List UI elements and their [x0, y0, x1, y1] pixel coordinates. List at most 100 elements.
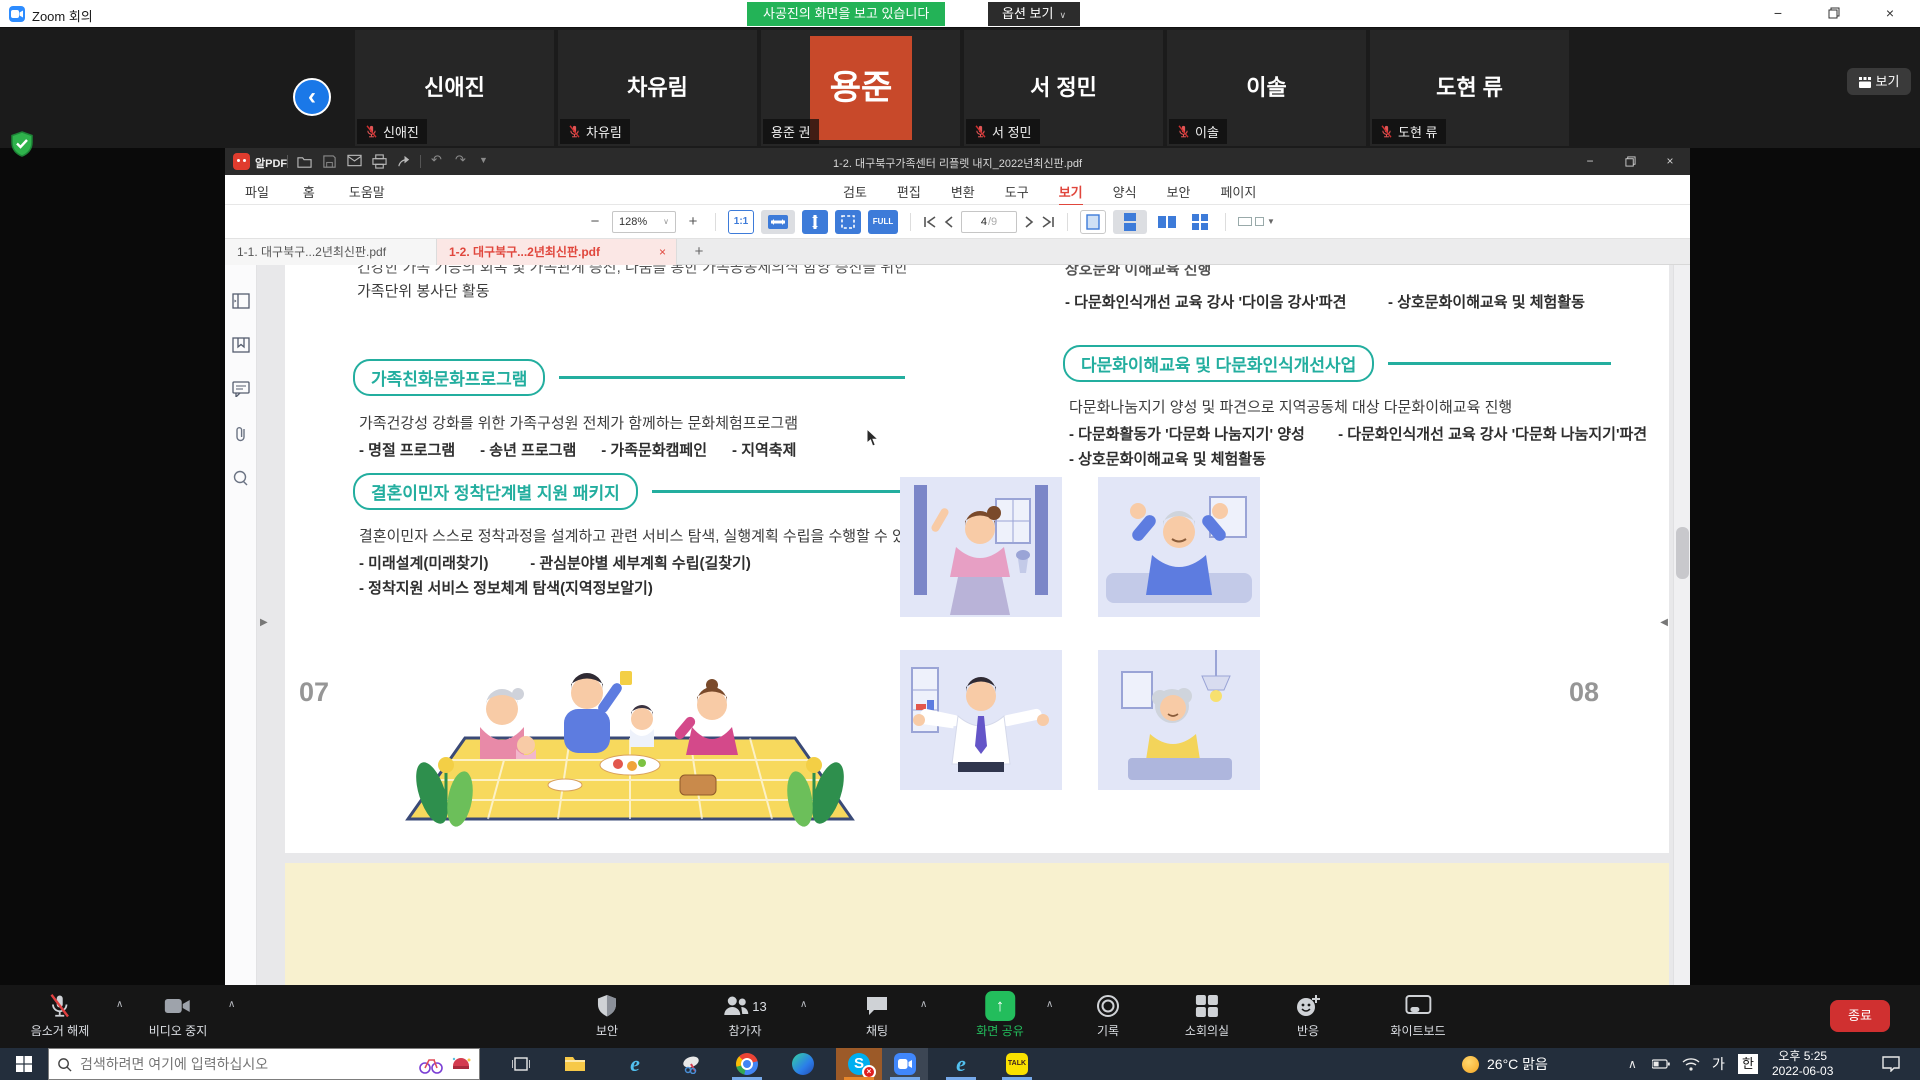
participants-button[interactable]: 13 참가자: [723, 992, 766, 1039]
next-page-button[interactable]: [1024, 216, 1034, 228]
share-screen-button[interactable]: ↑ 화면 공유: [976, 992, 1024, 1039]
zoom-level-select[interactable]: 128%∨: [612, 211, 676, 233]
full-screen-button[interactable]: FULL: [868, 210, 898, 234]
start-button[interactable]: [0, 1048, 48, 1080]
document-tab-2-active[interactable]: 1-2. 대구북구...2년최신판.pdf ×: [437, 239, 677, 265]
share-options-caret[interactable]: ∧: [1046, 999, 1053, 1010]
end-meeting-button[interactable]: 종료: [1830, 1000, 1890, 1032]
chat-options-caret[interactable]: ∧: [920, 999, 927, 1010]
menu-security[interactable]: 보안: [1167, 182, 1191, 207]
continuous-view-button[interactable]: [1113, 210, 1147, 234]
participants-options-caret[interactable]: ∧: [800, 999, 807, 1010]
menu-file[interactable]: 파일: [245, 182, 269, 201]
menu-view-active[interactable]: 보기: [1059, 182, 1083, 207]
participant-tile[interactable]: 용준 용준 권: [761, 30, 960, 146]
taskbar-clock[interactable]: 오후 5:252022-06-03: [1772, 1048, 1833, 1080]
last-page-button[interactable]: [1041, 216, 1055, 228]
minimize-button[interactable]: −: [1756, 0, 1800, 27]
pdf-minimize-button[interactable]: −: [1570, 148, 1610, 175]
single-page-view-button[interactable]: [1080, 210, 1106, 234]
first-page-button[interactable]: [923, 216, 937, 228]
tray-expand-caret[interactable]: ∧: [1628, 1048, 1637, 1080]
weather-widget[interactable]: 26°C 맑음: [1462, 1048, 1548, 1080]
panel-collapse-arrow[interactable]: ◀: [1660, 617, 1668, 628]
chrome-icon[interactable]: [724, 1048, 770, 1080]
skype-icon[interactable]: S×: [836, 1048, 882, 1080]
fit-page-button[interactable]: [835, 210, 861, 234]
pdf-close-button[interactable]: ×: [1650, 148, 1690, 175]
pdf-restore-button[interactable]: [1610, 148, 1650, 175]
actual-size-button[interactable]: 1:1: [728, 210, 754, 234]
remote-app-icon[interactable]: [668, 1048, 714, 1080]
collapse-strip-button[interactable]: ‹: [293, 78, 331, 116]
ime-a-indicator[interactable]: 가: [1712, 1048, 1725, 1080]
thumbnail-panel-icon[interactable]: [232, 293, 250, 314]
kakaotalk-icon[interactable]: TALK: [994, 1048, 1040, 1080]
record-button[interactable]: 기록: [1096, 992, 1120, 1039]
mute-options-caret[interactable]: ∧: [116, 999, 123, 1010]
four-page-view-button[interactable]: [1187, 210, 1213, 234]
file-explorer-icon[interactable]: [552, 1048, 598, 1080]
taskbar-search-box[interactable]: [48, 1048, 480, 1080]
whiteboard-button[interactable]: 화이트보드: [1390, 992, 1445, 1039]
menu-convert[interactable]: 변환: [951, 182, 975, 207]
ime-korean-indicator[interactable]: 한: [1738, 1048, 1758, 1080]
prev-page-button[interactable]: [944, 216, 954, 228]
attachment-panel-icon[interactable]: [232, 425, 250, 448]
zoom-in-button[interactable]: +: [683, 213, 703, 230]
internet-explorer-2-icon[interactable]: e: [938, 1048, 984, 1080]
edge-icon[interactable]: [780, 1048, 826, 1080]
close-button[interactable]: ×: [1868, 0, 1912, 27]
task-view-button[interactable]: [498, 1048, 544, 1080]
unmute-button[interactable]: 음소거 해제: [31, 992, 90, 1039]
action-center-icon[interactable]: [1882, 1048, 1900, 1080]
section-rule: [559, 376, 905, 379]
comment-panel-icon[interactable]: [232, 381, 250, 402]
fit-height-button[interactable]: [802, 210, 828, 234]
page-number-input[interactable]: 4/9: [961, 211, 1017, 233]
tab-close-icon[interactable]: ×: [659, 239, 666, 265]
reactions-button[interactable]: 반응: [1295, 992, 1321, 1039]
new-tab-button[interactable]: +: [687, 239, 711, 265]
pdf-content-area[interactable]: 건강한 가족 기능의 회복 및 가족관계 증진, 나눔을 통한 가족공동체의식 …: [257, 265, 1690, 985]
internet-explorer-icon[interactable]: e: [612, 1048, 658, 1080]
wifi-icon[interactable]: [1682, 1048, 1700, 1080]
participant-tile[interactable]: 차유림 차유림: [558, 30, 757, 146]
participant-label: 도현 류: [1372, 119, 1446, 144]
panel-expand-arrow[interactable]: ▶: [260, 617, 268, 628]
scrollbar-thumb[interactable]: [1676, 527, 1689, 579]
video-options-caret[interactable]: ∧: [228, 999, 235, 1010]
menu-pages[interactable]: 페이지: [1220, 182, 1256, 207]
gallery-view-button[interactable]: 보기: [1847, 68, 1911, 95]
participant-tile[interactable]: 서 정민 서 정민: [964, 30, 1163, 146]
zoom-taskbar-icon[interactable]: [882, 1048, 928, 1080]
document-tab-1[interactable]: 1-1. 대구북구...2년최신판.pdf: [225, 239, 437, 265]
page-layout-dropdown[interactable]: ▼: [1238, 210, 1282, 234]
breakout-rooms-button[interactable]: 소회의실: [1185, 992, 1229, 1039]
chat-icon: [865, 995, 889, 1017]
view-options-button[interactable]: 옵션 보기∨: [988, 2, 1080, 26]
search-input[interactable]: [80, 1056, 411, 1072]
menu-review[interactable]: 검토: [843, 182, 867, 207]
menu-forms[interactable]: 양식: [1113, 182, 1137, 207]
chat-button[interactable]: 채팅: [865, 992, 889, 1039]
participant-tile[interactable]: 이솔 이솔: [1167, 30, 1366, 146]
fit-width-button[interactable]: [761, 210, 795, 234]
battery-icon[interactable]: [1652, 1048, 1670, 1080]
stop-video-button[interactable]: 비디오 중지: [149, 992, 208, 1039]
two-page-view-button[interactable]: [1154, 210, 1180, 234]
zoom-out-button[interactable]: −: [585, 213, 605, 230]
search-panel-icon[interactable]: [232, 469, 250, 492]
security-button[interactable]: 보안: [596, 992, 618, 1039]
vertical-scrollbar[interactable]: [1673, 265, 1690, 985]
restore-button[interactable]: [1812, 0, 1856, 27]
menu-help[interactable]: 도움말: [349, 182, 385, 201]
bookmark-panel-icon[interactable]: [232, 337, 250, 358]
menu-home[interactable]: 홈: [303, 182, 315, 201]
participant-tile[interactable]: 신애진 신애진: [355, 30, 554, 146]
menu-edit[interactable]: 편집: [897, 182, 921, 207]
security-shield-icon[interactable]: [10, 131, 34, 162]
mic-muted-icon: [365, 125, 378, 138]
menu-tools[interactable]: 도구: [1005, 182, 1029, 207]
participant-tile[interactable]: 도현 류 도현 류: [1370, 30, 1569, 146]
